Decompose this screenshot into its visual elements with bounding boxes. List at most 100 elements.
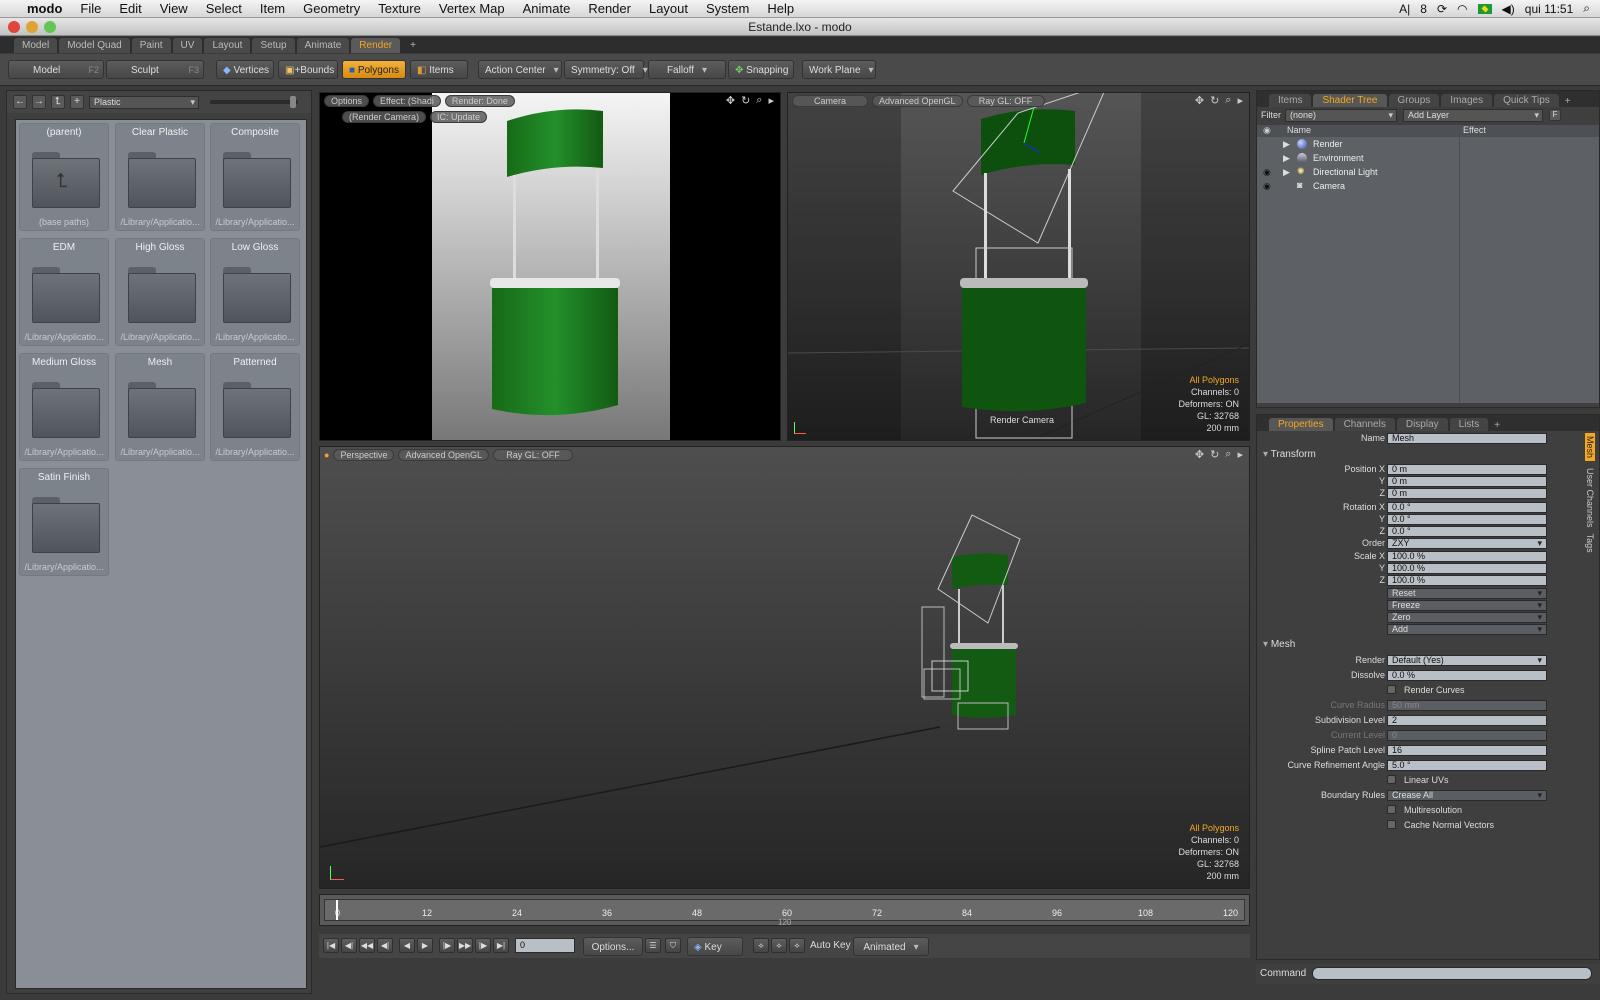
up-folder-icon[interactable]: ⮤ [51, 95, 65, 109]
perspective-viewport[interactable]: ● Perspective Advanced OpenGL Ray GL: OF… [319, 446, 1250, 889]
filter-select[interactable]: (none) [1285, 109, 1397, 122]
menu-select[interactable]: Select [197, 1, 251, 16]
preset-tile-mesh[interactable]: Mesh/Library/Applicatio... [115, 353, 205, 461]
auto-key-icon-1[interactable]: ⟡ [753, 938, 769, 953]
add-tab-icon[interactable]: + [1561, 96, 1575, 107]
wifi-icon[interactable]: ◠ [1457, 2, 1467, 16]
menu-texture[interactable]: Texture [369, 1, 430, 16]
add-layer-dropdown[interactable]: Add Layer [1403, 109, 1543, 122]
preset-tile-composite[interactable]: Composite/Library/Applicatio... [210, 123, 300, 231]
current-level-field[interactable]: 0 [1387, 730, 1547, 741]
preset-tile-medium-gloss[interactable]: Medium Gloss/Library/Applicatio... [19, 353, 109, 461]
tab-setup[interactable]: Setup [252, 38, 295, 53]
zero-dropdown[interactable]: Zero [1387, 612, 1547, 623]
items-button[interactable]: ◧ Items [410, 60, 468, 79]
tab-model-quad[interactable]: Model Quad [59, 38, 130, 53]
rotate-icon[interactable]: ↻ [741, 94, 750, 107]
vertices-button[interactable]: ◆ Vertices [216, 60, 274, 79]
filter-options-icon[interactable]: F [1549, 109, 1561, 121]
menu-animate[interactable]: Animate [514, 1, 580, 16]
action-center-dropdown[interactable]: Action Center [478, 60, 562, 79]
eye-visibility-icon[interactable]: ◉ [1263, 181, 1271, 192]
menu-layout[interactable]: Layout [640, 1, 697, 16]
raygl-button[interactable]: Ray GL: OFF [493, 449, 574, 461]
effect-dropdown[interactable]: Effect: (Shadi [373, 95, 441, 107]
key-filter-icon[interactable]: ⛉ [665, 938, 681, 953]
add-tab-button[interactable]: + [402, 38, 424, 53]
reset-dropdown[interactable]: Reset [1387, 588, 1547, 599]
options-button[interactable]: Options... [583, 937, 643, 956]
spline-patch-field[interactable]: 16 [1387, 745, 1547, 756]
go-to-start-icon[interactable]: |◀ [323, 938, 339, 953]
transform-section[interactable]: ▾ Transform [1263, 449, 1316, 460]
prev-key-icon[interactable]: ◀| [341, 938, 357, 953]
keyframe-list-icon[interactable]: ☰ [645, 938, 661, 953]
preset-tile-high-gloss[interactable]: High Gloss/Library/Applicatio... [115, 238, 205, 346]
auto-key-icon-2[interactable]: ⟡ [771, 938, 787, 953]
menu-system[interactable]: System [697, 1, 758, 16]
tab-render[interactable]: Render [351, 38, 401, 53]
app-menu[interactable]: modo [18, 1, 71, 16]
menu-render[interactable]: Render [579, 1, 640, 16]
next-keyframe-icon[interactable]: ▶▶ [457, 938, 473, 953]
close-window-button[interactable] [8, 21, 20, 33]
zoom-icon[interactable]: ⌕ [1225, 94, 1231, 107]
name-field[interactable]: Mesh [1387, 433, 1547, 444]
thumbnail-size-slider[interactable] [210, 96, 298, 108]
input-source-icon[interactable]: A| [1399, 2, 1410, 16]
snapping-button[interactable]: ✥ Snapping [728, 60, 794, 79]
play-reverse-icon[interactable]: ◀ [399, 938, 415, 953]
polygons-button[interactable]: ■ Polygons [342, 60, 406, 79]
preset-category-select[interactable]: Plastic [89, 95, 199, 109]
zoom-window-button[interactable] [44, 21, 56, 33]
step-back-icon[interactable]: ◀| [377, 938, 393, 953]
zoom-icon[interactable]: ⌕ [756, 94, 762, 107]
subdivision-field[interactable]: 2 [1387, 715, 1547, 726]
menu-view[interactable]: View [151, 1, 197, 16]
shader-item-directional-light[interactable]: ◉ ▶ ✺ Directional Light [1257, 165, 1599, 179]
forward-arrow-icon[interactable]: → [32, 95, 46, 109]
tab-quick-tips[interactable]: Quick Tips [1494, 94, 1559, 107]
tab-items[interactable]: Items [1269, 94, 1312, 107]
tab-shader-tree[interactable]: Shader Tree [1313, 94, 1387, 107]
auto-key-label[interactable]: Auto Key [810, 940, 851, 951]
view-type-button[interactable]: Perspective [333, 449, 395, 461]
render-curves-checkbox[interactable] [1387, 685, 1396, 694]
camera-viewport[interactable]: Camera Advanced OpenGL Ray GL: OFF ✥ ↻ ⌕ ▸ … [787, 92, 1250, 441]
preset-tile-satin-finish[interactable]: Satin Finish/Library/Applicatio... [19, 468, 109, 576]
menu-geometry[interactable]: Geometry [294, 1, 369, 16]
model-mode-button[interactable]: Model F2 [8, 60, 104, 79]
expand-arrow-icon[interactable]: ▸ [1237, 448, 1243, 461]
tab-layout[interactable]: Layout [204, 38, 251, 53]
preset-tile-patterned[interactable]: Patterned/Library/Applicatio... [210, 353, 300, 461]
shader-item-render[interactable]: ▶ Render [1257, 137, 1599, 151]
preset-tile-low-gloss[interactable]: Low Gloss/Library/Applicatio... [210, 238, 300, 346]
work-plane-dropdown[interactable]: Work Plane [802, 60, 876, 79]
mesh-section[interactable]: ▾ Mesh [1263, 639, 1295, 650]
render-options-button[interactable]: Options [324, 95, 370, 107]
shading-mode-button[interactable]: Advanced OpenGL [872, 95, 963, 107]
prev-keyframe-icon[interactable]: ◀◀ [359, 938, 375, 953]
expand-arrow-icon[interactable]: ▶ [1283, 167, 1290, 178]
menu-help[interactable]: Help [758, 1, 803, 16]
expand-arrow-icon[interactable]: ▸ [1237, 94, 1243, 107]
viewport-dot-icon[interactable]: ● [324, 449, 329, 461]
pan-icon[interactable]: ✥ [1195, 448, 1204, 461]
position-x-field[interactable]: 0 m [1387, 464, 1547, 475]
side-tab-mesh[interactable]: Mesh [1585, 433, 1595, 462]
scale-z-field[interactable]: 100.0 % [1387, 575, 1547, 586]
tab-channels[interactable]: Channels [1334, 418, 1395, 431]
step-forward-icon[interactable]: |▶ [439, 938, 455, 953]
scale-x-field[interactable]: 100.0 % [1387, 551, 1547, 562]
preset-tile-clear-plastic[interactable]: Clear Plastic/Library/Applicatio... [115, 123, 205, 231]
ic-update-button[interactable]: IC: Update [430, 111, 488, 123]
add-preset-icon[interactable]: + [70, 95, 84, 109]
curve-radius-field[interactable]: 50 mm [1387, 700, 1547, 711]
dissolve-field[interactable]: 0.0 % [1387, 670, 1547, 681]
preset-tile-parent[interactable]: (parent) ⮤ (base paths) [19, 123, 109, 231]
animated-dropdown[interactable]: Animated [853, 937, 929, 956]
flag-icon[interactable] [1477, 3, 1492, 14]
volume-icon[interactable]: ◀) [1502, 2, 1515, 16]
curve-refinement-field[interactable]: 5.0 ° [1387, 760, 1547, 771]
rotation-x-field[interactable]: 0.0 ° [1387, 502, 1547, 513]
